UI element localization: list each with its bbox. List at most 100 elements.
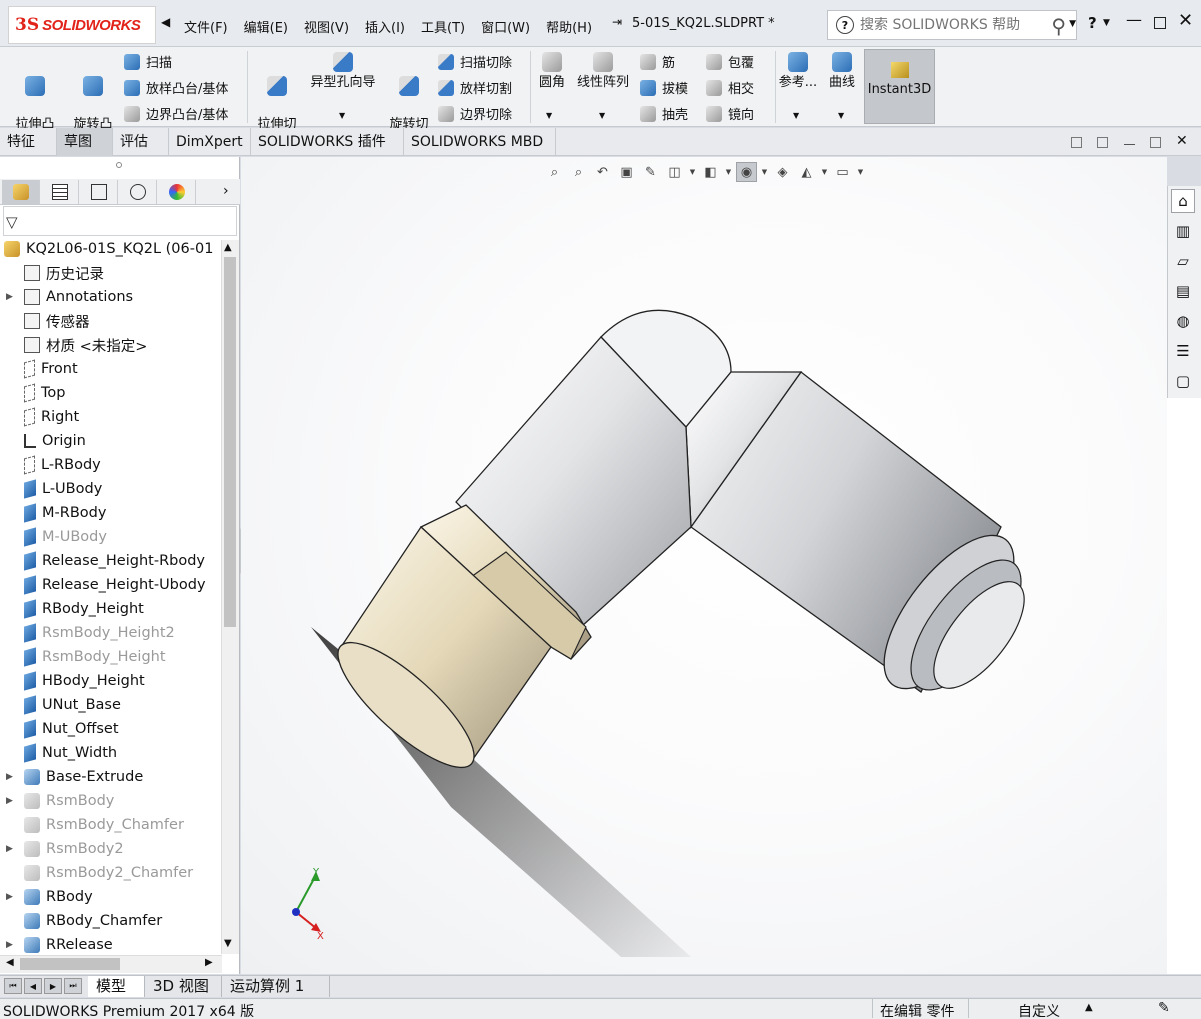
wrap-button[interactable]: 包覆 <box>706 52 754 71</box>
view-palette-icon[interactable]: ▤ <box>1171 279 1195 303</box>
tree-item[interactable]: M-UBody <box>0 525 222 549</box>
tab-evaluate[interactable]: 评估 <box>113 128 169 156</box>
graphics-area[interactable]: Y X <box>241 157 1167 974</box>
tree-hscroll-thumb[interactable] <box>20 958 120 970</box>
help-button[interactable]: ? <box>1088 14 1097 32</box>
tree-item[interactable]: 传感器 <box>0 309 222 333</box>
tree-item[interactable]: Release_Height-Rbody <box>0 549 222 573</box>
menu-insert[interactable]: 插入(I) <box>357 14 413 39</box>
tree-item[interactable]: RsmBody2_Chamfer <box>0 861 222 885</box>
menu-window[interactable]: 窗口(W) <box>473 14 538 39</box>
tree-item[interactable]: ▶ Base-Extrude <box>0 765 222 789</box>
expand-arrow-icon[interactable]: ▶ <box>6 892 16 902</box>
filter-icon[interactable]: ▽ <box>6 213 18 231</box>
tab-features[interactable]: 特征 <box>0 128 57 156</box>
expand-arrow-icon[interactable]: ▶ <box>6 844 16 854</box>
help-search-box[interactable]: ? ⚲ ▼ <box>827 10 1077 40</box>
apply-scene-dropdown-icon[interactable]: ▼ <box>820 162 829 182</box>
file-explorer-icon[interactable]: ▱ <box>1171 249 1195 273</box>
tree-item[interactable]: Nut_Width <box>0 741 222 765</box>
boundary-boss-button[interactable]: 边界凸台/基体 <box>124 104 228 123</box>
apply-scene-icon[interactable]: ◭ <box>796 162 817 182</box>
expand-arrow-icon[interactable]: ▶ <box>6 796 16 806</box>
pin-menu-icon[interactable]: ⇥ <box>612 15 622 29</box>
reference-dropdown-icon[interactable]: ▼ <box>793 111 799 120</box>
rib-button[interactable]: 筋 <box>640 52 675 71</box>
tree-item[interactable]: Top <box>0 381 222 405</box>
linear-pattern-button[interactable]: 线性阵列 <box>572 52 634 92</box>
display-style-icon[interactable]: ◧ <box>700 162 721 182</box>
menu-help[interactable]: 帮助(H) <box>538 14 600 39</box>
tree-item[interactable]: ▶ RsmBody <box>0 789 222 813</box>
zoom-to-area-icon[interactable]: ⌕ <box>568 162 589 182</box>
curves-dropdown-icon[interactable]: ▼ <box>838 111 844 120</box>
menu-file[interactable]: 文件(F) <box>176 14 236 39</box>
boundary-cut-button[interactable]: 边界切除 <box>438 104 512 123</box>
loft-boss-button[interactable]: 放样凸台/基体 <box>124 78 228 97</box>
sweep-button[interactable]: 扫描 <box>124 52 172 71</box>
status-tag-icon[interactable]: ✎ <box>1158 1000 1170 1016</box>
curves-button[interactable]: 曲线 <box>824 52 860 92</box>
tab-model[interactable]: 模型 <box>88 976 145 997</box>
tree-item[interactable]: L-RBody <box>0 453 222 477</box>
tab-sketch[interactable]: 草图 <box>57 128 113 156</box>
tree-item[interactable]: HBody_Height <box>0 669 222 693</box>
doc-minimize-icon[interactable] <box>1124 137 1135 145</box>
tree-item[interactable]: Origin <box>0 429 222 453</box>
display-manager-tab[interactable] <box>158 180 196 204</box>
tab-addins[interactable]: SOLIDWORKS 插件 <box>251 128 404 156</box>
tree-item[interactable]: RBody_Chamfer <box>0 909 222 933</box>
intersect-button[interactable]: 相交 <box>706 78 754 97</box>
doc-maximize-icon[interactable] <box>1150 137 1161 148</box>
hide-show-items-icon[interactable]: ◉ <box>736 162 757 182</box>
appearances-icon[interactable]: ◍ <box>1171 309 1195 333</box>
solidworks-logo[interactable]: 3S SOLIDWORKS <box>8 6 156 44</box>
help-search-input[interactable] <box>860 17 1030 33</box>
tab-mbd[interactable]: SOLIDWORKS MBD <box>404 128 556 156</box>
search-icon[interactable]: ⚲ <box>1051 14 1066 38</box>
scroll-down-icon[interactable]: ▼ <box>224 938 232 949</box>
units-dropdown-icon[interactable]: ▲ <box>1085 1002 1093 1013</box>
minimize-button[interactable]: — <box>1126 10 1142 29</box>
tree-item[interactable]: 历史记录 <box>0 261 222 285</box>
doc-close-icon[interactable]: ✕ <box>1176 133 1188 149</box>
doc-tile-icon[interactable] <box>1097 137 1108 148</box>
hole-wizard-dropdown-icon[interactable]: ▼ <box>339 111 345 120</box>
draft-button[interactable]: 拔模 <box>640 78 688 97</box>
next-tab-icon[interactable]: ▶ <box>44 978 62 994</box>
last-tab-icon[interactable]: ⏭ <box>64 978 82 994</box>
search-dropdown-icon[interactable]: ▼ <box>1069 19 1076 29</box>
view-orientation-dropdown-icon[interactable]: ▼ <box>688 162 697 182</box>
dynamic-annotation-icon[interactable]: ✎ <box>640 162 661 182</box>
doc-restore-icon[interactable] <box>1071 137 1082 148</box>
custom-properties-icon[interactable]: ☰ <box>1171 339 1195 363</box>
scroll-right-icon[interactable]: ▶ <box>205 957 213 968</box>
menu-edit[interactable]: 编辑(E) <box>236 14 296 39</box>
close-button[interactable]: ✕ <box>1178 10 1193 31</box>
chevron-right-icon[interactable]: › <box>223 183 229 199</box>
section-view-icon[interactable]: ▣ <box>616 162 637 182</box>
mirror-button[interactable]: 镜向 <box>706 104 754 123</box>
menu-view[interactable]: 视图(V) <box>296 14 357 39</box>
tab-3d-views[interactable]: 3D 视图 <box>145 976 222 997</box>
scroll-left-icon[interactable]: ◀ <box>6 957 14 968</box>
instant3d-button[interactable]: Instant3D <box>864 49 935 124</box>
display-style-dropdown-icon[interactable]: ▼ <box>724 162 733 182</box>
fillet-dropdown-icon[interactable]: ▼ <box>546 111 552 120</box>
tree-item[interactable]: RsmBody_Height2 <box>0 621 222 645</box>
forum-icon[interactable]: ▢ <box>1171 369 1195 393</box>
tree-item[interactable]: RBody_Height <box>0 597 222 621</box>
view-orientation-icon[interactable]: ◫ <box>664 162 685 182</box>
design-library-icon[interactable]: ▥ <box>1171 219 1195 243</box>
tree-item[interactable]: ▶ RRelease <box>0 933 222 955</box>
first-tab-icon[interactable]: ⏮ <box>4 978 22 994</box>
scroll-up-icon[interactable]: ▲ <box>224 242 232 253</box>
tree-item[interactable]: ▶ Annotations <box>0 285 222 309</box>
loft-cut-button[interactable]: 放样切割 <box>438 78 512 97</box>
fillet-button[interactable]: 圆角 <box>535 52 569 92</box>
maximize-button[interactable] <box>1154 17 1166 29</box>
menu-collapse-arrow-icon[interactable]: ◀ <box>161 15 170 29</box>
tree-scroll-thumb[interactable] <box>224 257 236 627</box>
edit-appearance-icon[interactable]: ◈ <box>772 162 793 182</box>
panel-grip-icon[interactable] <box>116 162 122 168</box>
